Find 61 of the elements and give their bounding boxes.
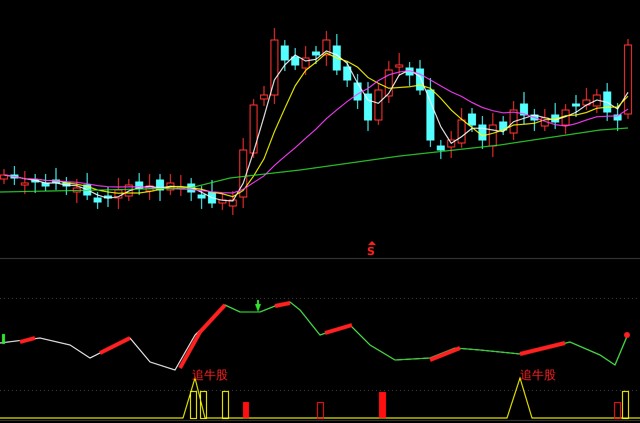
candlestick [218, 194, 226, 210]
candlestick [582, 88, 590, 110]
candlestick [72, 178, 81, 204]
candlestick [42, 174, 50, 192]
candlestick [312, 46, 320, 64]
candlestick [488, 112, 497, 158]
candlestick [239, 138, 248, 208]
candlestick [31, 174, 40, 194]
candlestick [94, 192, 102, 210]
candlestick [510, 100, 518, 140]
candlestick [104, 186, 112, 208]
candlestick [10, 166, 18, 186]
candlestick [436, 140, 445, 160]
candlestick [447, 130, 456, 158]
candlestick [562, 104, 570, 134]
caret-icon [368, 241, 376, 245]
candlestick [124, 178, 133, 202]
candlestick [250, 98, 258, 158]
candlestick [322, 30, 330, 66]
candlestick [291, 48, 300, 70]
candlestick [426, 78, 434, 148]
candlestick [614, 102, 622, 132]
candlestick [187, 178, 196, 202]
candlestick [198, 186, 206, 210]
candlestick [384, 60, 393, 104]
candlestick [114, 178, 122, 210]
candlestick [416, 60, 424, 96]
sell-signal-label: S [367, 246, 375, 257]
candlestick [343, 60, 352, 88]
candlestick [302, 46, 310, 76]
candlestick [603, 82, 612, 122]
candlestick [156, 174, 164, 202]
candlestick [406, 62, 414, 86]
candlestick [395, 52, 404, 76]
candlestick [52, 168, 60, 190]
candlestick [83, 172, 92, 200]
candlestick [208, 180, 216, 208]
candlestick [458, 108, 466, 148]
candlestick [499, 116, 508, 136]
candlestick [228, 190, 237, 216]
candlestick [530, 108, 538, 132]
candlestick [166, 174, 174, 196]
candlestick [520, 92, 528, 124]
candlestick [280, 40, 289, 72]
candlestick [468, 108, 476, 132]
candlestick [146, 174, 154, 200]
candlestick [354, 74, 362, 110]
signal-label: 追牛股 [520, 369, 556, 382]
candlestick [364, 82, 372, 132]
signal-label: 追牛股 [192, 369, 228, 382]
candlestick [260, 86, 268, 106]
candlestick [478, 116, 486, 150]
candlestick [551, 102, 560, 130]
candlestick [592, 88, 601, 114]
candlestick [62, 176, 70, 196]
candlestick [20, 170, 29, 194]
candlestick [135, 172, 144, 196]
candlestick [374, 84, 382, 126]
candlestick [540, 108, 549, 132]
candlestick [332, 34, 341, 76]
candlestick [572, 94, 580, 118]
